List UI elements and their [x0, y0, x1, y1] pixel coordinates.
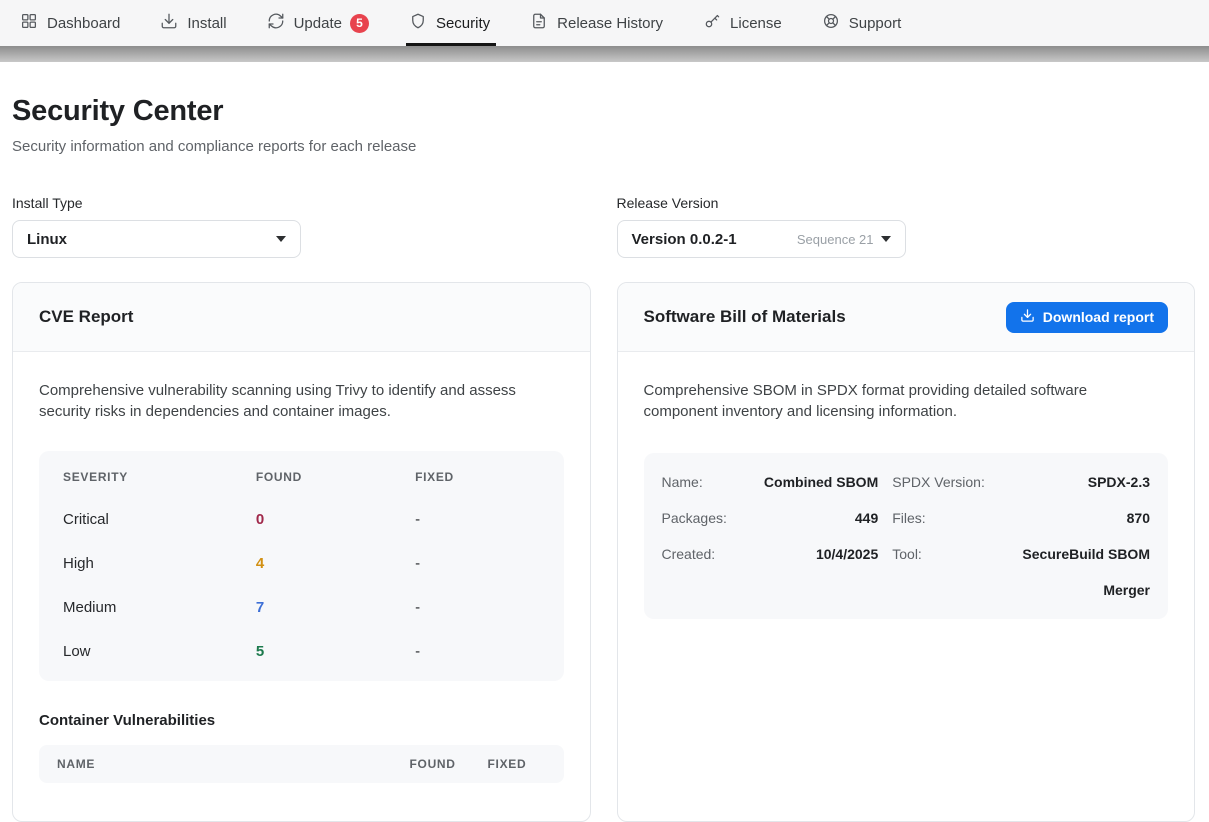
- table-row: Medium 7 -: [39, 585, 564, 629]
- cve-report-header: CVE Report: [13, 283, 590, 352]
- sequence-label: Sequence 21: [797, 232, 874, 247]
- cve-report-description: Comprehensive vulnerability scanning usi…: [39, 380, 564, 422]
- sbom-field-value: SPDX-2.3: [999, 464, 1150, 500]
- chevron-down-icon: [276, 236, 286, 242]
- nav-item-support[interactable]: Support: [802, 0, 922, 46]
- sbom-description: Comprehensive SBOM in SPDX format provid…: [644, 380, 1164, 422]
- nav-item-install[interactable]: Install: [140, 0, 246, 46]
- severity-table: SEVERITY FOUND FIXED Critical 0 - High 4…: [39, 451, 564, 681]
- sbom-field-value: 10/4/2025: [741, 536, 878, 608]
- nav-label: License: [730, 15, 782, 32]
- table-row: Low 5 -: [39, 629, 564, 673]
- shield-icon: [409, 12, 427, 34]
- severity-name: Medium: [63, 599, 256, 616]
- header-gradient-band: [0, 46, 1209, 62]
- cve-report-body: Comprehensive vulnerability scanning usi…: [13, 352, 590, 809]
- sbom-field-label: Name:: [662, 464, 727, 500]
- sbom-field-label: SPDX Version:: [892, 464, 985, 500]
- found-count: 4: [256, 555, 415, 572]
- fixed-count: -: [415, 643, 539, 660]
- table-row: Critical 0 -: [39, 497, 564, 541]
- sbom-field-value: 870: [999, 500, 1150, 536]
- sbom-field-label: Files:: [892, 500, 985, 536]
- release-version-value: Version 0.0.2-1: [632, 231, 737, 248]
- update-count-badge: 5: [350, 14, 369, 33]
- severity-name: Critical: [63, 511, 256, 528]
- col-severity: SEVERITY: [63, 470, 256, 484]
- col-name: NAME: [57, 757, 410, 771]
- sbom-card: Software Bill of Materials Download repo…: [617, 282, 1196, 822]
- nav-item-update[interactable]: Update 5: [247, 0, 389, 46]
- chevron-down-icon: [881, 236, 891, 242]
- cve-report-card: CVE Report Comprehensive vulnerability s…: [12, 282, 591, 822]
- found-count: 0: [256, 511, 415, 528]
- page-subtitle: Security information and compliance repo…: [12, 138, 1195, 155]
- sbom-header: Software Bill of Materials Download repo…: [618, 283, 1195, 352]
- sbom-title: Software Bill of Materials: [644, 307, 846, 327]
- severity-table-header: SEVERITY FOUND FIXED: [39, 457, 564, 497]
- download-report-button[interactable]: Download report: [1006, 302, 1168, 333]
- release-version-select[interactable]: Version 0.0.2-1 Sequence 21: [617, 220, 906, 258]
- release-version-label: Release Version: [617, 195, 1196, 211]
- nav-item-dashboard[interactable]: Dashboard: [0, 0, 140, 46]
- found-count: 7: [256, 599, 415, 616]
- release-version-filter: Release Version Version 0.0.2-1 Sequence…: [617, 195, 1196, 258]
- sbom-field-label: Packages:: [662, 500, 727, 536]
- fixed-count: -: [415, 511, 539, 528]
- nav-item-license[interactable]: License: [683, 0, 802, 46]
- col-fixed: FIXED: [415, 470, 539, 484]
- install-type-value: Linux: [27, 231, 67, 248]
- nav-label: Security: [436, 15, 490, 32]
- fixed-count: -: [415, 555, 539, 572]
- found-count: 5: [256, 643, 415, 660]
- download-report-label: Download report: [1043, 309, 1154, 325]
- file-text-icon: [530, 12, 548, 34]
- nav-label: Support: [849, 15, 902, 32]
- page-title: Security Center: [12, 95, 1195, 128]
- refresh-icon: [267, 12, 285, 34]
- sbom-field-value: Combined SBOM: [741, 464, 878, 500]
- sbom-info-grid: Name: Combined SBOM SPDX Version: SPDX-2…: [644, 453, 1169, 619]
- key-icon: [703, 12, 721, 34]
- install-type-select[interactable]: Linux: [12, 220, 301, 258]
- severity-name: Low: [63, 643, 256, 660]
- table-row: High 4 -: [39, 541, 564, 585]
- nav-label: Update: [294, 15, 342, 32]
- install-type-label: Install Type: [12, 195, 591, 211]
- install-type-filter: Install Type Linux: [12, 195, 591, 258]
- main-content: Security Center Security information and…: [0, 62, 1209, 822]
- nav-label: Dashboard: [47, 15, 120, 32]
- top-nav: Dashboard Install Update 5 Security Rele…: [0, 0, 1209, 46]
- filters-row: Install Type Linux Release Version Versi…: [12, 195, 1195, 258]
- nav-item-release-history[interactable]: Release History: [510, 0, 683, 46]
- nav-item-security[interactable]: Security: [389, 0, 510, 46]
- sbom-body: Comprehensive SBOM in SPDX format provid…: [618, 352, 1195, 645]
- container-vulnerabilities-header: NAME FOUND FIXED: [39, 745, 564, 783]
- col-found: FOUND: [410, 757, 488, 771]
- cards-row: CVE Report Comprehensive vulnerability s…: [12, 282, 1195, 822]
- dashboard-icon: [20, 12, 38, 34]
- col-fixed: FIXED: [488, 757, 546, 771]
- sbom-field-value: SecureBuild SBOM Merger: [999, 536, 1150, 608]
- cve-report-title: CVE Report: [39, 307, 133, 327]
- sbom-field-value: 449: [741, 500, 878, 536]
- life-buoy-icon: [822, 12, 840, 34]
- nav-label: Install: [187, 15, 226, 32]
- nav-label: Release History: [557, 15, 663, 32]
- severity-name: High: [63, 555, 256, 572]
- fixed-count: -: [415, 599, 539, 616]
- sbom-field-label: Created:: [662, 536, 727, 608]
- container-vulnerabilities-title: Container Vulnerabilities: [39, 712, 564, 729]
- download-icon: [1020, 308, 1035, 326]
- col-found: FOUND: [256, 470, 415, 484]
- sbom-field-label: Tool:: [892, 536, 985, 608]
- download-icon: [160, 12, 178, 34]
